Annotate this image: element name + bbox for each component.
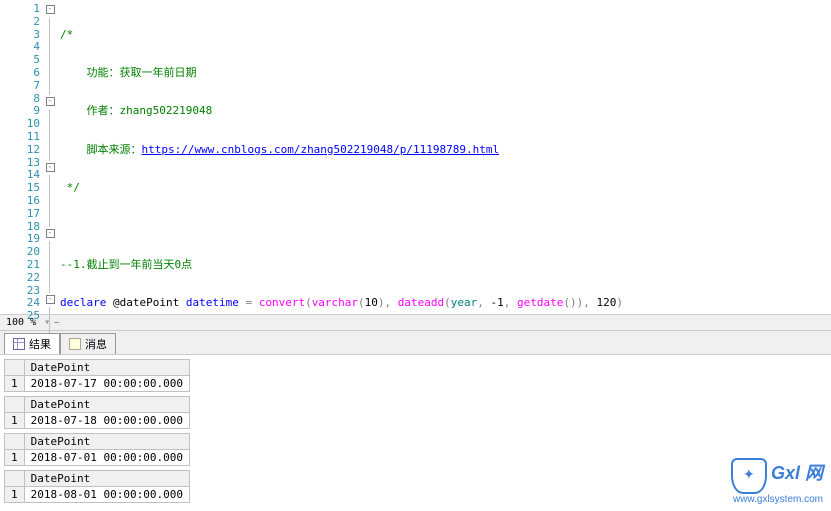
cell-value[interactable]: 2018-07-18 00:00:00.000 <box>24 413 189 429</box>
column-header[interactable]: DatePoint <box>24 397 189 413</box>
line-number: 2 <box>0 16 40 29</box>
results-tabs: 结果 消息 <box>0 331 831 355</box>
tab-messages[interactable]: 消息 <box>60 333 116 354</box>
comment: /* <box>60 28 73 41</box>
row-number[interactable]: 1 <box>5 376 25 392</box>
row-number[interactable]: 1 <box>5 413 25 429</box>
line-number: 1 <box>0 3 40 16</box>
tab-label: 结果 <box>29 336 51 352</box>
line-number: 16 <box>0 195 40 208</box>
var: @datePoint <box>113 296 179 309</box>
table-row[interactable]: 12018-07-01 00:00:00.000 <box>5 450 190 466</box>
type: datetime <box>186 296 239 309</box>
fold-toggle[interactable]: - <box>46 295 55 304</box>
comment: --1.截止到一年前当天0点 <box>60 258 192 271</box>
line-number-gutter: 1234567891011121314151617181920212223242… <box>0 0 44 314</box>
grid-corner <box>5 434 25 450</box>
fn: varchar <box>312 296 358 309</box>
message-icon <box>69 338 81 350</box>
grid-corner <box>5 397 25 413</box>
comment: */ <box>60 181 80 194</box>
line-number: 17 <box>0 208 40 221</box>
zoom-bar: 100 % ▾ ⎯ <box>0 315 831 331</box>
num: -1 <box>491 296 504 309</box>
column-header[interactable]: DatePoint <box>24 434 189 450</box>
tab-label: 消息 <box>85 336 107 352</box>
row-number[interactable]: 1 <box>5 487 25 503</box>
cell-value[interactable]: 2018-07-17 00:00:00.000 <box>24 376 189 392</box>
kw: declare <box>60 296 106 309</box>
fn: dateadd <box>398 296 444 309</box>
cell-value[interactable]: 2018-08-01 00:00:00.000 <box>24 487 189 503</box>
column-header[interactable]: DatePoint <box>24 360 189 376</box>
result-grid[interactable]: DatePoint12018-07-18 00:00:00.000 <box>4 396 827 429</box>
op: = <box>239 296 259 309</box>
tab-results[interactable]: 结果 <box>4 333 60 354</box>
fold-toggle[interactable]: - <box>46 5 55 14</box>
column-header[interactable]: DatePoint <box>24 471 189 487</box>
results-pane: DatePoint12018-07-17 00:00:00.000DatePoi… <box>0 359 831 503</box>
table-row[interactable]: 12018-07-17 00:00:00.000 <box>5 376 190 392</box>
fold-gutter[interactable]: - - - - - <box>44 0 56 314</box>
table-row[interactable]: 12018-07-18 00:00:00.000 <box>5 413 190 429</box>
line-number: 12 <box>0 144 40 157</box>
fold-toggle[interactable]: - <box>46 163 55 172</box>
num: 120 <box>597 296 617 309</box>
code-area[interactable]: /* 功能：获取一年前日期 作者：zhang502219048 脚本来源：htt… <box>56 0 831 314</box>
result-grid[interactable]: DatePoint12018-07-01 00:00:00.000 <box>4 433 827 466</box>
line-number: 11 <box>0 131 40 144</box>
result-grid[interactable]: DatePoint12018-07-17 00:00:00.000 <box>4 359 827 392</box>
line-number: 22 <box>0 272 40 285</box>
line-number: 7 <box>0 80 40 93</box>
comment: 脚本来源： <box>60 143 142 156</box>
line-number: 6 <box>0 67 40 80</box>
cell-value[interactable]: 2018-07-01 00:00:00.000 <box>24 450 189 466</box>
code-editor[interactable]: 1234567891011121314151617181920212223242… <box>0 0 831 315</box>
table-row[interactable]: 12018-08-01 00:00:00.000 <box>5 487 190 503</box>
num: 10 <box>365 296 378 309</box>
fn: convert <box>259 296 305 309</box>
fold-toggle[interactable]: - <box>46 229 55 238</box>
kw: year <box>451 296 478 309</box>
fn: getdate <box>517 296 563 309</box>
source-link[interactable]: https://www.cnblogs.com/zhang502219048/p… <box>142 143 500 156</box>
grid-corner <box>5 471 25 487</box>
comment: 功能：获取一年前日期 <box>60 66 197 79</box>
grid-corner <box>5 360 25 376</box>
grid-icon <box>13 338 25 350</box>
row-number[interactable]: 1 <box>5 450 25 466</box>
comment: 作者：zhang502219048 <box>60 104 212 117</box>
fold-toggle[interactable]: - <box>46 97 55 106</box>
zoom-level[interactable]: 100 % <box>6 317 36 328</box>
line-number: 21 <box>0 259 40 272</box>
result-grid[interactable]: DatePoint12018-08-01 00:00:00.000 <box>4 470 827 503</box>
